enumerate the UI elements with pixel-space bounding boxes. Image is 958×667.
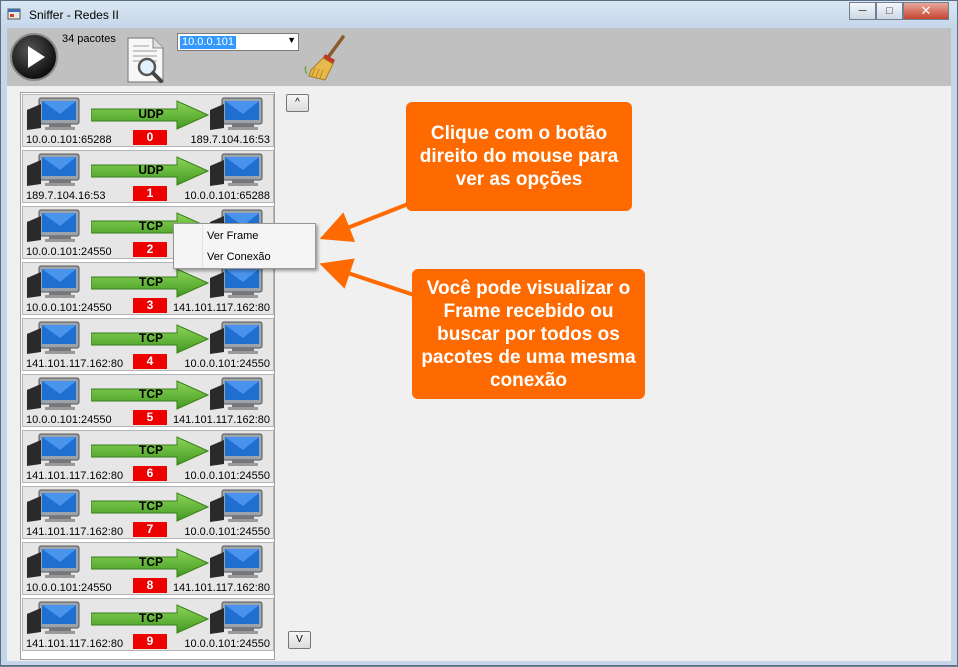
packet-row[interactable]: TCP 8 10.0.0.101:24550 141.101.117.162:8… (22, 542, 274, 595)
packet-index-badge: 7 (133, 522, 167, 537)
packet-destination-address: 141.101.117.162:80 (172, 414, 270, 426)
packet-source-address: 10.0.0.101:24550 (26, 582, 112, 594)
chevron-down-icon[interactable]: ▼ (287, 35, 296, 45)
packet-source-address: 141.101.117.162:80 (26, 358, 124, 370)
packet-row[interactable]: TCP 4 141.101.117.162:80 10.0.0.101:2455… (22, 318, 274, 371)
packet-index-badge: 0 (133, 130, 167, 145)
packet-protocol: TCP (139, 499, 163, 513)
computer-icon (25, 96, 89, 132)
ip-filter-value: 10.0.0.101 (180, 36, 236, 49)
computer-icon (25, 376, 89, 412)
menu-divider (202, 224, 203, 268)
packet-destination-address: 10.0.0.101:24550 (184, 470, 270, 482)
packet-index-badge: 1 (133, 186, 167, 201)
computer-icon (25, 320, 89, 356)
packet-protocol: TCP (139, 443, 163, 457)
computer-icon (25, 544, 89, 580)
play-button[interactable] (10, 33, 58, 81)
toolbar: 34 pacotes 10.0.0.101 ▼ (7, 28, 951, 86)
close-button[interactable]: ✕ (903, 2, 949, 20)
packet-source-address: 10.0.0.101:24550 (26, 302, 112, 314)
packet-destination-address: 141.101.117.162:80 (172, 582, 270, 594)
packet-list[interactable]: UDP 0 10.0.0.101:65288 189.7.104.16:53 U… (20, 92, 275, 660)
app-window: Sniffer - Redes II ─ □ ✕ 34 pacotes 10.0… (0, 0, 958, 666)
computer-icon (208, 432, 272, 468)
packet-row[interactable]: TCP 6 141.101.117.162:80 10.0.0.101:2455… (22, 430, 274, 483)
packet-destination-address: 10.0.0.101:65288 (184, 190, 270, 202)
callout-right-click-text: Clique com o botão direito do mouse para… (419, 123, 619, 190)
packet-index-badge: 3 (133, 298, 167, 313)
packet-row[interactable]: UDP 1 189.7.104.16:53 10.0.0.101:65288 (22, 150, 274, 203)
packet-source-address: 189.7.104.16:53 (26, 190, 106, 202)
packet-index-badge: 2 (133, 242, 167, 257)
computer-icon (25, 152, 89, 188)
packet-destination-address: 189.7.104.16:53 (190, 134, 270, 146)
scroll-up-button[interactable]: ^ (286, 94, 309, 112)
scroll-down-button[interactable]: V (288, 631, 311, 649)
packet-row[interactable]: UDP 0 10.0.0.101:65288 189.7.104.16:53 (22, 94, 274, 147)
ip-filter-select[interactable]: 10.0.0.101 ▼ (177, 33, 299, 51)
packet-count: 34 pacotes (62, 33, 116, 45)
document-magnifier-icon[interactable] (125, 36, 167, 84)
computer-icon (208, 264, 272, 300)
computer-icon (208, 320, 272, 356)
title-bar[interactable]: Sniffer - Redes II ─ □ ✕ (1, 1, 957, 27)
packet-source-address: 10.0.0.101:65288 (26, 134, 112, 146)
packet-protocol: TCP (139, 611, 163, 625)
packet-protocol: TCP (139, 219, 163, 233)
menu-item-view-frame[interactable]: Ver Frame (207, 230, 258, 242)
packet-source-address: 141.101.117.162:80 (26, 526, 124, 538)
computer-icon (208, 376, 272, 412)
packet-destination-address: 141.101.117.162:80 (172, 302, 270, 314)
broom-icon[interactable] (303, 34, 349, 82)
packet-protocol: TCP (139, 275, 163, 289)
menu-item-view-connection[interactable]: Ver Conexão (207, 251, 271, 263)
packet-source-address: 141.101.117.162:80 (26, 638, 124, 650)
packet-row[interactable]: TCP 7 141.101.117.162:80 10.0.0.101:2455… (22, 486, 274, 539)
packet-index-badge: 4 (133, 354, 167, 369)
callout-view-options-text: Você pode visualizar o Frame recebido ou… (421, 277, 636, 391)
computer-icon (208, 96, 272, 132)
packet-protocol: TCP (139, 387, 163, 401)
packet-protocol: TCP (139, 555, 163, 569)
packet-destination-address: 10.0.0.101:24550 (184, 358, 270, 370)
packet-destination-address: 10.0.0.101:24550 (184, 526, 270, 538)
computer-icon (25, 264, 89, 300)
packet-row[interactable]: TCP 9 141.101.117.162:80 10.0.0.101:2455… (22, 598, 274, 651)
packet-index-badge: 8 (133, 578, 167, 593)
computer-icon (25, 208, 89, 244)
minimize-button[interactable]: ─ (849, 2, 876, 20)
packet-protocol: UDP (138, 107, 164, 121)
callout-view-options: Você pode visualizar o Frame recebido ou… (412, 269, 645, 399)
context-menu: Ver Frame Ver Conexão (173, 223, 316, 269)
packet-source-address: 10.0.0.101:24550 (26, 414, 112, 426)
packet-source-address: 141.101.117.162:80 (26, 470, 124, 482)
computer-icon (25, 488, 89, 524)
computer-icon (25, 432, 89, 468)
packet-index-badge: 6 (133, 466, 167, 481)
computer-icon (208, 600, 272, 636)
packet-index-badge: 9 (133, 634, 167, 649)
computer-icon (208, 544, 272, 580)
packet-row[interactable]: TCP 5 10.0.0.101:24550 141.101.117.162:8… (22, 374, 274, 427)
packet-row[interactable]: TCP 3 10.0.0.101:24550 141.101.117.162:8… (22, 262, 274, 315)
computer-icon (208, 488, 272, 524)
window-title: Sniffer - Redes II (29, 8, 119, 22)
packet-destination-address: 10.0.0.101:24550 (184, 638, 270, 650)
packet-index-badge: 5 (133, 410, 167, 425)
play-icon (28, 46, 45, 68)
app-icon (7, 8, 21, 20)
computer-icon (25, 600, 89, 636)
packet-source-address: 10.0.0.101:24550 (26, 246, 112, 258)
packet-protocol: TCP (139, 331, 163, 345)
callout-right-click: Clique com o botão direito do mouse para… (406, 102, 632, 211)
packet-protocol: UDP (138, 163, 164, 177)
maximize-button[interactable]: □ (876, 2, 903, 20)
computer-icon (208, 152, 272, 188)
